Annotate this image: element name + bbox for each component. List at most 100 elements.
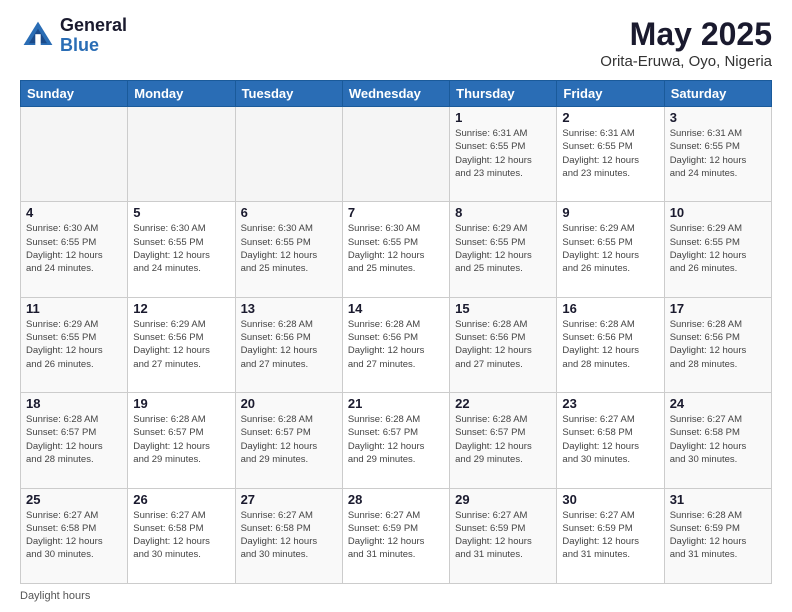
calendar-cell: 21 Sunrise: 6:28 AM Sunset: 6:57 PM Dayli…: [342, 393, 449, 488]
calendar-cell: 1 Sunrise: 6:31 AM Sunset: 6:55 PM Daylig…: [450, 107, 557, 202]
day-number: 29: [455, 492, 551, 507]
day-number: 11: [26, 301, 122, 316]
footer-note: Daylight hours: [20, 590, 772, 602]
page: General Blue May 2025 Orita-Eruwa, Oyo, …: [0, 0, 792, 612]
calendar-header-wednesday: Wednesday: [342, 81, 449, 107]
day-info: Sunrise: 6:28 AM Sunset: 6:57 PM Dayligh…: [455, 413, 551, 466]
day-number: 8: [455, 205, 551, 220]
calendar-cell: 22 Sunrise: 6:28 AM Sunset: 6:57 PM Dayli…: [450, 393, 557, 488]
calendar-cell: 2Sunrise: 6:31 AM Sunset: 6:55 PM Daylig…: [557, 107, 664, 202]
day-number: 20: [241, 396, 337, 411]
day-info: Sunrise: 6:28 AM Sunset: 6:56 PM Dayligh…: [455, 318, 551, 371]
day-info: Sunrise: 6:27 AM Sunset: 6:59 PM Dayligh…: [348, 509, 444, 562]
calendar-cell: 7 Sunrise: 6:30 AM Sunset: 6:55 PM Daylig…: [342, 202, 449, 297]
calendar-cell: 10 Sunrise: 6:29 AM Sunset: 6:55 PM Dayli…: [664, 202, 771, 297]
day-info: Sunrise: 6:29 AM Sunset: 6:55 PM Dayligh…: [670, 222, 766, 275]
calendar-header-thursday: Thursday: [450, 81, 557, 107]
day-number: 13: [241, 301, 337, 316]
subtitle: Orita-Eruwa, Oyo, Nigeria: [600, 53, 772, 70]
logo-blue-text: Blue: [60, 36, 127, 56]
calendar-cell: 30 Sunrise: 6:27 AM Sunset: 6:59 PM Dayli…: [557, 488, 664, 583]
day-number: 27: [241, 492, 337, 507]
day-number: 26: [133, 492, 229, 507]
calendar-cell: 15Sunrise: 6:28 AM Sunset: 6:56 PM Dayli…: [450, 297, 557, 392]
logo-text: General Blue: [60, 16, 127, 56]
calendar-table: SundayMondayTuesdayWednesdayThursdayFrid…: [20, 80, 772, 584]
day-number: 19: [133, 396, 229, 411]
day-number: 4: [26, 205, 122, 220]
day-info: Sunrise: 6:30 AM Sunset: 6:55 PM Dayligh…: [241, 222, 337, 275]
header: General Blue May 2025 Orita-Eruwa, Oyo, …: [20, 16, 772, 70]
day-info: Sunrise: 6:27 AM Sunset: 6:59 PM Dayligh…: [455, 509, 551, 562]
day-info: Sunrise: 6:27 AM Sunset: 6:58 PM Dayligh…: [241, 509, 337, 562]
calendar-cell: 28 Sunrise: 6:27 AM Sunset: 6:59 PM Dayli…: [342, 488, 449, 583]
day-number: 21: [348, 396, 444, 411]
day-number: 22: [455, 396, 551, 411]
calendar-week-4: 25 Sunrise: 6:27 AM Sunset: 6:58 PM Dayli…: [21, 488, 772, 583]
calendar-cell: 4 Sunrise: 6:30 AM Sunset: 6:55 PM Daylig…: [21, 202, 128, 297]
day-number: 28: [348, 492, 444, 507]
calendar-week-1: 4 Sunrise: 6:30 AM Sunset: 6:55 PM Daylig…: [21, 202, 772, 297]
day-info: Sunrise: 6:31 AM Sunset: 6:55 PM Dayligh…: [455, 127, 551, 180]
day-info: Sunrise: 6:28 AM Sunset: 6:56 PM Dayligh…: [241, 318, 337, 371]
calendar-header-saturday: Saturday: [664, 81, 771, 107]
calendar-cell: 20 Sunrise: 6:28 AM Sunset: 6:57 PM Dayli…: [235, 393, 342, 488]
day-number: 23: [562, 396, 658, 411]
calendar-cell: [128, 107, 235, 202]
calendar-cell: 17Sunrise: 6:28 AM Sunset: 6:56 PM Dayli…: [664, 297, 771, 392]
day-number: 7: [348, 205, 444, 220]
day-number: 14: [348, 301, 444, 316]
calendar-cell: 5Sunrise: 6:30 AM Sunset: 6:55 PM Daylig…: [128, 202, 235, 297]
day-info: Sunrise: 6:30 AM Sunset: 6:55 PM Dayligh…: [133, 222, 229, 275]
day-number: 6: [241, 205, 337, 220]
day-info: Sunrise: 6:27 AM Sunset: 6:59 PM Dayligh…: [562, 509, 658, 562]
day-info: Sunrise: 6:29 AM Sunset: 6:56 PM Dayligh…: [133, 318, 229, 371]
day-info: Sunrise: 6:30 AM Sunset: 6:55 PM Dayligh…: [26, 222, 122, 275]
day-info: Sunrise: 6:27 AM Sunset: 6:58 PM Dayligh…: [670, 413, 766, 466]
calendar-cell: 12 Sunrise: 6:29 AM Sunset: 6:56 PM Dayli…: [128, 297, 235, 392]
day-info: Sunrise: 6:28 AM Sunset: 6:57 PM Dayligh…: [241, 413, 337, 466]
day-number: 25: [26, 492, 122, 507]
title-block: May 2025 Orita-Eruwa, Oyo, Nigeria: [600, 16, 772, 70]
day-number: 1: [455, 110, 551, 125]
calendar-cell: [235, 107, 342, 202]
calendar-cell: 16 Sunrise: 6:28 AM Sunset: 6:56 PM Dayli…: [557, 297, 664, 392]
calendar-cell: 19Sunrise: 6:28 AM Sunset: 6:57 PM Dayli…: [128, 393, 235, 488]
logo: General Blue: [20, 16, 127, 56]
day-number: 16: [562, 301, 658, 316]
calendar-header-tuesday: Tuesday: [235, 81, 342, 107]
day-number: 9: [562, 205, 658, 220]
day-info: Sunrise: 6:28 AM Sunset: 6:56 PM Dayligh…: [562, 318, 658, 371]
calendar-cell: 27 Sunrise: 6:27 AM Sunset: 6:58 PM Dayli…: [235, 488, 342, 583]
day-info: Sunrise: 6:29 AM Sunset: 6:55 PM Dayligh…: [26, 318, 122, 371]
calendar-cell: 25Sunrise: 6:27 AM Sunset: 6:58 PM Dayli…: [21, 488, 128, 583]
calendar-cell: 29 Sunrise: 6:27 AM Sunset: 6:59 PM Dayli…: [450, 488, 557, 583]
day-number: 18: [26, 396, 122, 411]
calendar-cell: [21, 107, 128, 202]
day-info: Sunrise: 6:31 AM Sunset: 6:55 PM Dayligh…: [562, 127, 658, 180]
calendar-cell: 9 Sunrise: 6:29 AM Sunset: 6:55 PM Daylig…: [557, 202, 664, 297]
day-number: 10: [670, 205, 766, 220]
day-number: 12: [133, 301, 229, 316]
calendar-header-sunday: Sunday: [21, 81, 128, 107]
day-info: Sunrise: 6:28 AM Sunset: 6:57 PM Dayligh…: [348, 413, 444, 466]
day-info: Sunrise: 6:31 AM Sunset: 6:55 PM Dayligh…: [670, 127, 766, 180]
day-number: 30: [562, 492, 658, 507]
calendar-cell: 31 Sunrise: 6:28 AM Sunset: 6:59 PM Dayli…: [664, 488, 771, 583]
day-info: Sunrise: 6:29 AM Sunset: 6:55 PM Dayligh…: [562, 222, 658, 275]
day-info: Sunrise: 6:28 AM Sunset: 6:59 PM Dayligh…: [670, 509, 766, 562]
main-title: May 2025: [600, 16, 772, 53]
calendar-cell: [342, 107, 449, 202]
day-number: 3: [670, 110, 766, 125]
calendar-week-2: 11 Sunrise: 6:29 AM Sunset: 6:55 PM Dayli…: [21, 297, 772, 392]
calendar-cell: 3 Sunrise: 6:31 AM Sunset: 6:55 PM Daylig…: [664, 107, 771, 202]
day-info: Sunrise: 6:29 AM Sunset: 6:55 PM Dayligh…: [455, 222, 551, 275]
day-number: 31: [670, 492, 766, 507]
calendar-header-row: SundayMondayTuesdayWednesdayThursdayFrid…: [21, 81, 772, 107]
calendar-week-0: 1 Sunrise: 6:31 AM Sunset: 6:55 PM Daylig…: [21, 107, 772, 202]
calendar-cell: 8 Sunrise: 6:29 AM Sunset: 6:55 PM Daylig…: [450, 202, 557, 297]
calendar-cell: 13 Sunrise: 6:28 AM Sunset: 6:56 PM Dayli…: [235, 297, 342, 392]
day-info: Sunrise: 6:30 AM Sunset: 6:55 PM Dayligh…: [348, 222, 444, 275]
calendar-cell: 18Sunrise: 6:28 AM Sunset: 6:57 PM Dayli…: [21, 393, 128, 488]
calendar-cell: 6 Sunrise: 6:30 AM Sunset: 6:55 PM Daylig…: [235, 202, 342, 297]
